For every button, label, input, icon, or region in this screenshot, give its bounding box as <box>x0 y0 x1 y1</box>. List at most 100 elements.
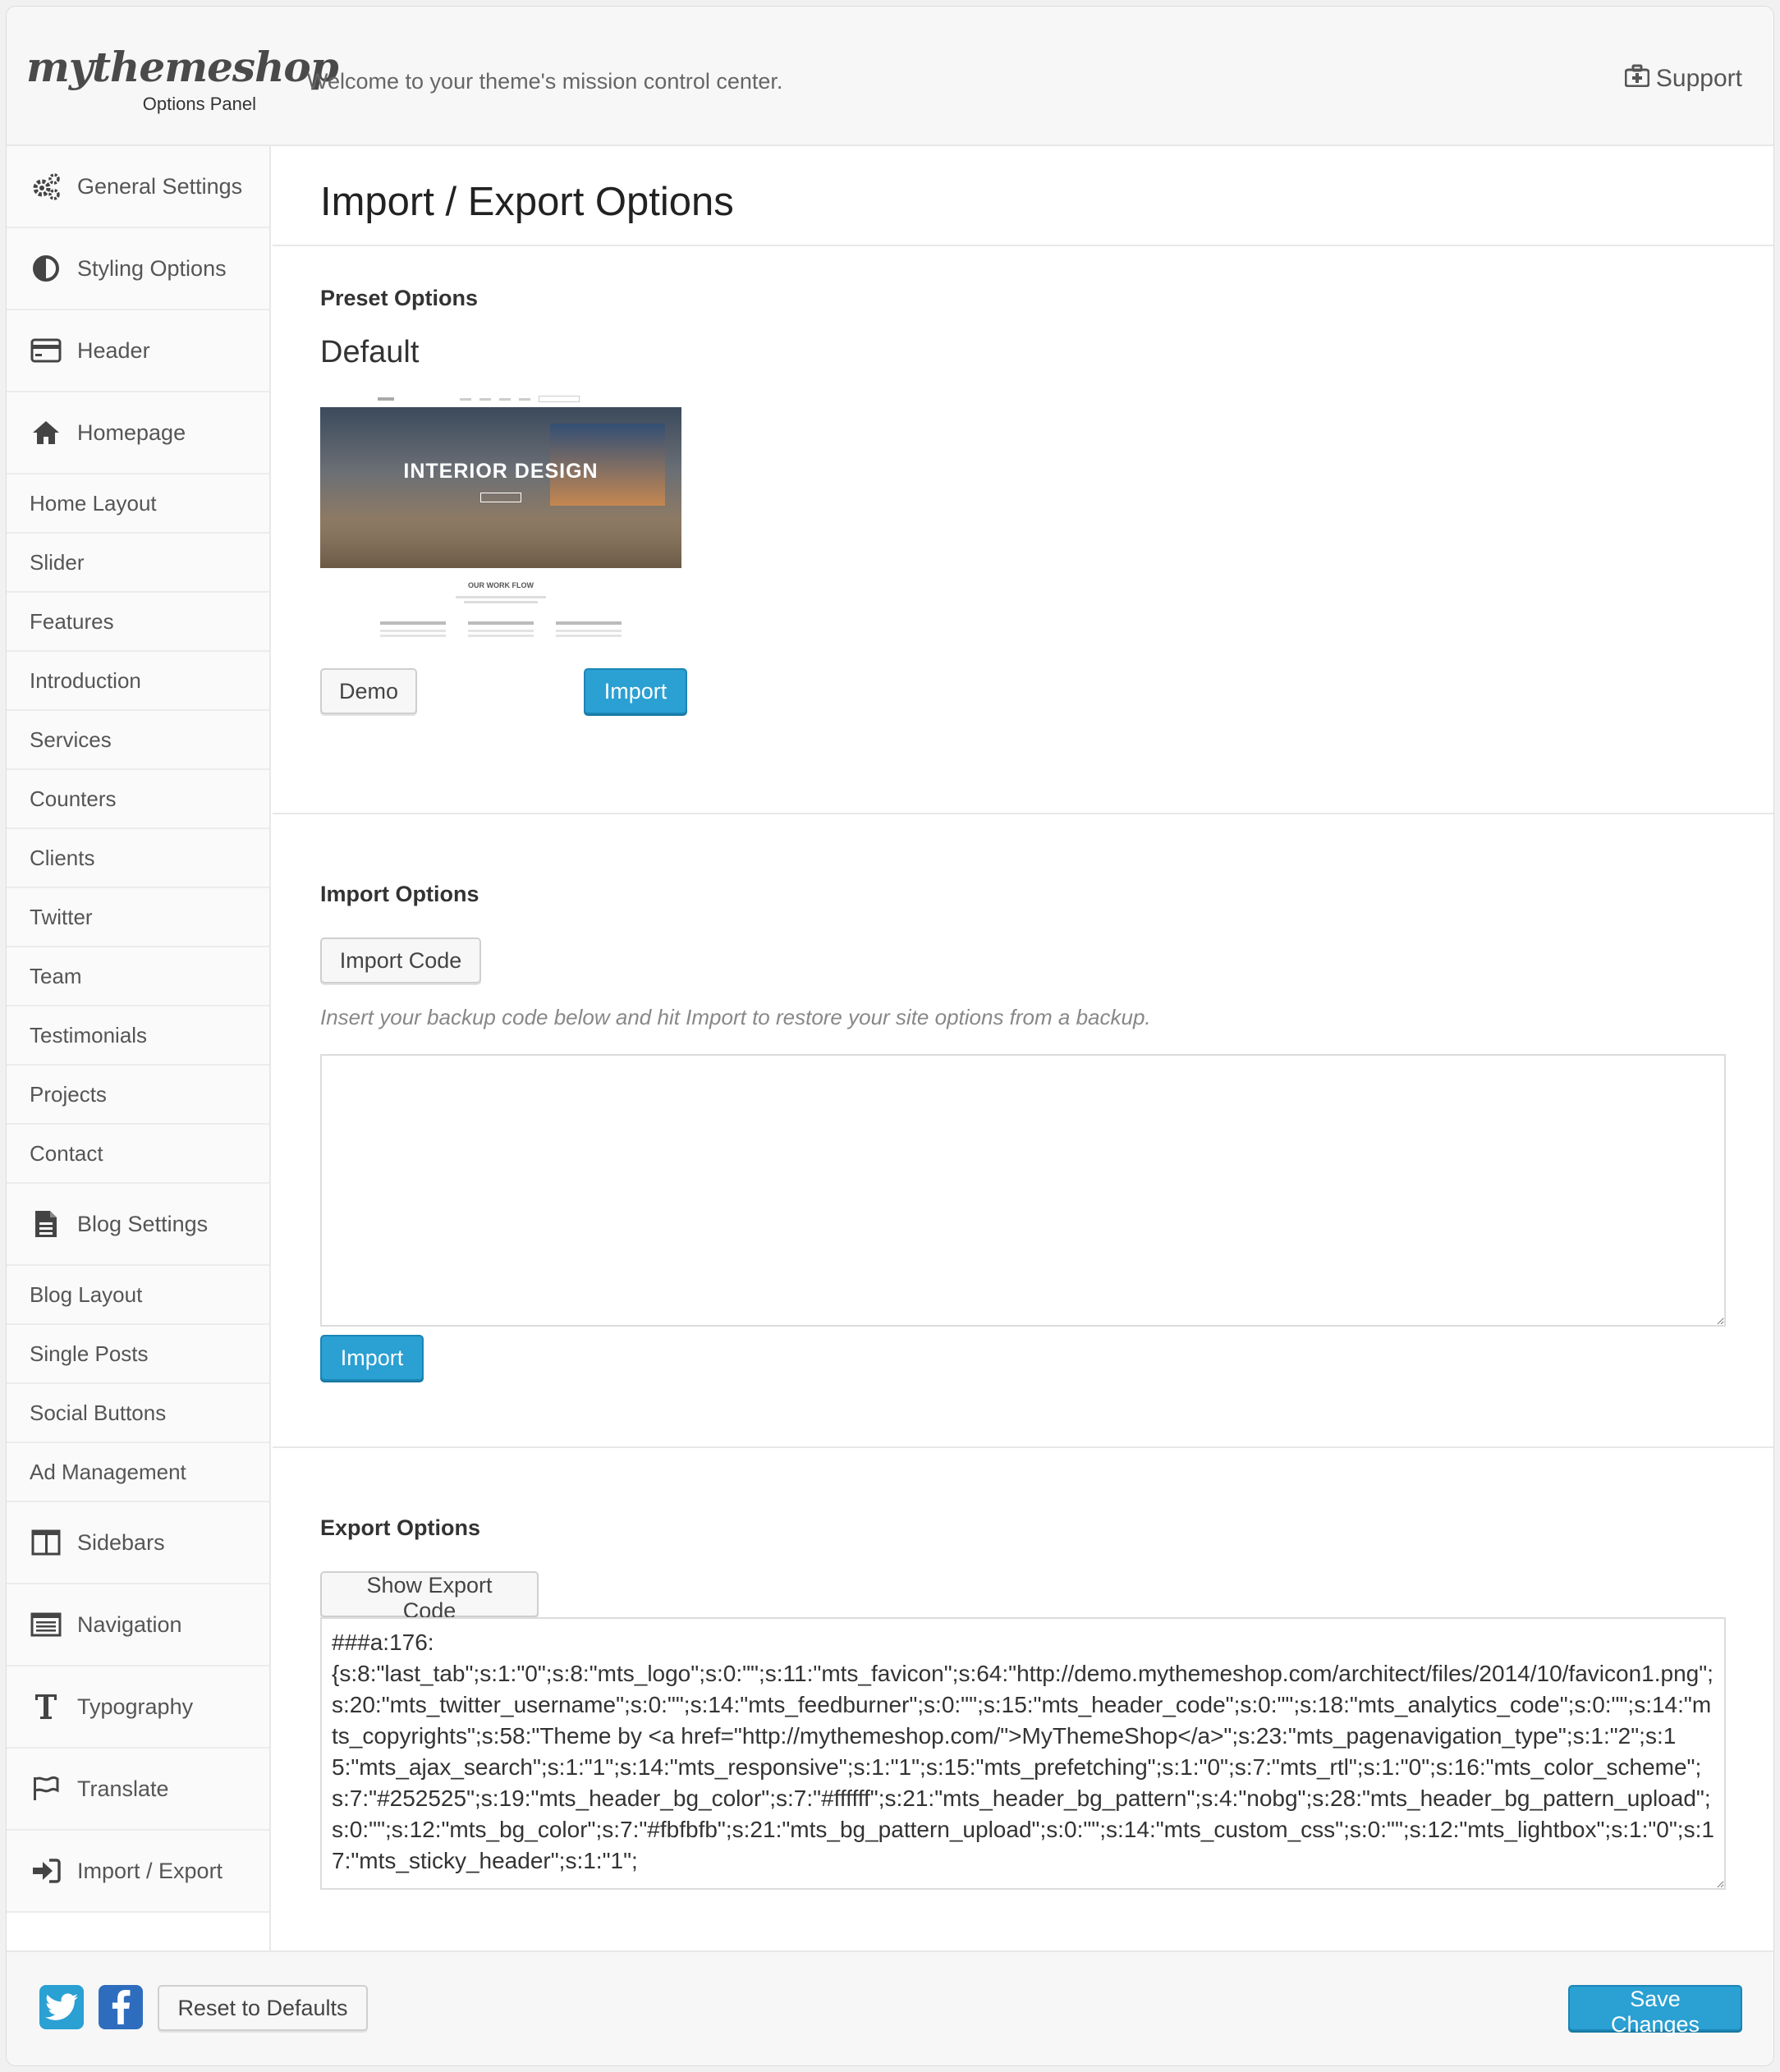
sidebar-item-label: Services <box>30 727 112 752</box>
show-export-code-button[interactable]: Show Export Code <box>320 1571 539 1623</box>
sidebar-item-typography[interactable]: Typography <box>7 1666 269 1749</box>
export-code-output[interactable] <box>320 1617 1726 1890</box>
sidebar-item-label: Social Buttons <box>30 1400 167 1425</box>
sidebar-item-label: Import / Export <box>77 1858 223 1883</box>
sidebar-item-label: Projects <box>30 1081 107 1107</box>
twitter-button[interactable] <box>39 1985 84 2029</box>
sidebar-item-services[interactable]: Services <box>7 711 269 770</box>
options-panel: mythemeshop Options Panel Welcome to you… <box>6 6 1774 2066</box>
sidebar-item-counters[interactable]: Counters <box>7 770 269 829</box>
columns-icon <box>30 1526 62 1559</box>
contrast-icon <box>30 252 62 285</box>
support-label: Support <box>1655 65 1742 92</box>
sidebar-item-twitter[interactable]: Twitter <box>7 888 269 947</box>
sidebar-item-import-export[interactable]: Import / Export <box>7 1831 269 1913</box>
facebook-button[interactable] <box>99 1985 143 2029</box>
sidebar-item-label: Features <box>30 608 114 634</box>
preset-import-button[interactable]: Import <box>584 668 687 714</box>
sidebar-item-label: Contact <box>30 1140 103 1166</box>
sidebar-item-styling-options[interactable]: Styling Options <box>7 228 269 310</box>
preset-name: Default <box>320 335 420 369</box>
sidebar-item-label: Clients <box>30 845 95 870</box>
import-divider <box>273 1446 1773 1448</box>
sidebar-item-header[interactable]: Header <box>7 310 269 392</box>
sidebar-item-label: Testimonials <box>30 1022 148 1047</box>
reset-defaults-button[interactable]: Reset to Defaults <box>158 1985 368 2031</box>
thumb-nav <box>320 391 681 407</box>
flag-icon <box>30 1772 62 1805</box>
sidebar-nav: General Settings Styling Options Header Hom… <box>7 146 271 1952</box>
sidebar-item-label: Typography <box>77 1694 194 1719</box>
thumb-hero: INTERIOR DESIGN <box>320 407 681 568</box>
gears-icon <box>30 170 62 203</box>
list-icon <box>30 1608 62 1641</box>
sidebar-item-label: Team <box>30 963 82 988</box>
sidebar-item-social-buttons[interactable]: Social Buttons <box>7 1384 269 1443</box>
export-section-title: Export Options <box>320 1515 480 1540</box>
sidebar-item-label: Introduction <box>30 667 141 693</box>
sidebar-item-label: Translate <box>77 1776 169 1801</box>
import-submit-button[interactable]: Import <box>320 1335 424 1381</box>
text-icon <box>30 1690 62 1723</box>
document-icon <box>30 1208 62 1240</box>
sidebar-item-blog-layout[interactable]: Blog Layout <box>7 1266 269 1325</box>
footer-bar: Reset to Defaults Save Changes <box>7 1951 1773 2065</box>
sidebar-item-label: Navigation <box>77 1611 182 1637</box>
medkit-icon <box>1624 64 1650 94</box>
main-content: Import / Export Options Preset Options D… <box>273 146 1773 1952</box>
sidebar-item-label: Ad Management <box>30 1459 186 1484</box>
sidebar-item-testimonials[interactable]: Testimonials <box>7 1006 269 1066</box>
credit-card-icon <box>30 334 62 367</box>
sidebar-item-label: Blog Settings <box>77 1211 209 1236</box>
sidebar-item-slider[interactable]: Slider <box>7 534 269 593</box>
page-title: Import / Export Options <box>320 180 734 224</box>
sidebar-item-single-posts[interactable]: Single Posts <box>7 1325 269 1384</box>
welcome-text: Welcome to your theme's mission control … <box>307 69 783 94</box>
thumb-hero-text: INTERIOR DESIGN <box>403 460 599 483</box>
sidebar-item-label: Homepage <box>77 419 186 445</box>
sidebar-item-clients[interactable]: Clients <box>7 829 269 888</box>
sidebar-item-label: Header <box>77 337 150 363</box>
top-bar: mythemeshop Options Panel Welcome to you… <box>7 7 1773 146</box>
sidebar-item-label: Styling Options <box>77 255 227 281</box>
logo-text: mythemeshop <box>26 43 339 91</box>
sidebar-item-sidebars[interactable]: Sidebars <box>7 1502 269 1584</box>
import-code-input[interactable] <box>320 1054 1726 1327</box>
sidebar-item-projects[interactable]: Projects <box>7 1066 269 1125</box>
sidebar-item-general-settings[interactable]: General Settings <box>7 146 269 228</box>
support-link[interactable]: Support <box>1624 64 1742 94</box>
import-hint: Insert your backup code below and hit Im… <box>320 1005 1151 1029</box>
sidebar-item-features[interactable]: Features <box>7 593 269 652</box>
sidebar-item-blog-settings[interactable]: Blog Settings <box>7 1184 269 1266</box>
title-divider <box>273 245 1773 246</box>
sidebar-item-team[interactable]: Team <box>7 947 269 1006</box>
home-icon <box>30 416 62 449</box>
sidebar-item-label: General Settings <box>77 173 243 199</box>
sidebar-item-label: Slider <box>30 549 85 575</box>
preset-divider <box>273 813 1773 814</box>
sidebar-item-label: Single Posts <box>30 1341 149 1366</box>
import-section-title: Import Options <box>320 882 479 906</box>
sidebar-item-translate[interactable]: Translate <box>7 1749 269 1831</box>
logo-subtitle: Options Panel <box>142 94 256 114</box>
sidebar-item-introduction[interactable]: Introduction <box>7 652 269 711</box>
sidebar-item-home-layout[interactable]: Home Layout <box>7 474 269 534</box>
facebook-icon <box>112 1990 131 2024</box>
twitter-icon <box>45 1993 78 2020</box>
sidebar-item-homepage[interactable]: Homepage <box>7 392 269 474</box>
sidebar-item-contact[interactable]: Contact <box>7 1125 269 1184</box>
sidebar-item-label: Home Layout <box>30 490 157 516</box>
brand-logo: mythemeshop Options Panel <box>26 43 339 114</box>
sign-in-icon <box>30 1854 62 1887</box>
demo-button[interactable]: Demo <box>320 668 417 714</box>
save-changes-button[interactable]: Save Changes <box>1568 1985 1742 2037</box>
sidebar-item-label: Counters <box>30 786 117 811</box>
import-code-button[interactable]: Import Code <box>320 937 481 983</box>
sidebar-item-ad-management[interactable]: Ad Management <box>7 1443 269 1502</box>
sidebar-item-navigation[interactable]: Navigation <box>7 1584 269 1666</box>
preset-thumbnail: INTERIOR DESIGN OUR WORK FLOW <box>320 391 681 645</box>
preset-section-title: Preset Options <box>320 286 479 310</box>
sidebar-item-label: Sidebars <box>77 1529 165 1555</box>
sidebar-item-label: Twitter <box>30 904 93 929</box>
sidebar-item-label: Blog Layout <box>30 1281 143 1307</box>
